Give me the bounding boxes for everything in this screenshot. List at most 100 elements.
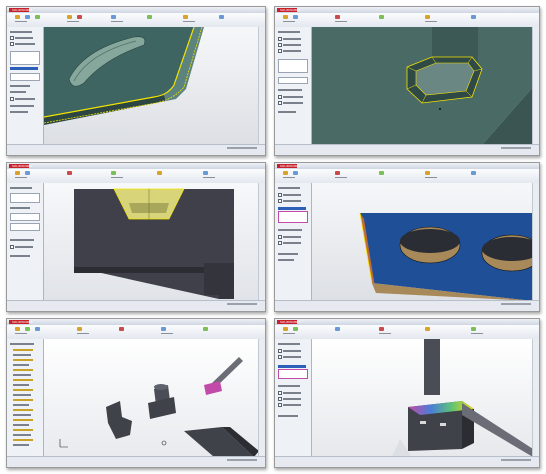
insert-component-icon[interactable] xyxy=(283,327,288,331)
interference-icon[interactable] xyxy=(471,327,476,331)
extrude-icon[interactable] xyxy=(283,15,288,19)
screenshot-frame-5: SOLIDWORKS xyxy=(6,318,266,468)
shell-icon[interactable] xyxy=(183,15,188,19)
shell-icon[interactable] xyxy=(425,15,430,19)
fillet-icon[interactable] xyxy=(335,171,340,175)
command-ribbon[interactable] xyxy=(275,169,539,184)
mate-selection-field[interactable] xyxy=(278,365,306,368)
command-ribbon[interactable] xyxy=(275,325,539,340)
pattern-icon[interactable] xyxy=(379,171,384,175)
property-manager[interactable] xyxy=(7,183,44,301)
screenshot-frame-1: SOLIDWORKS xyxy=(6,6,266,156)
task-pane[interactable] xyxy=(532,339,539,457)
property-manager[interactable] xyxy=(275,339,312,457)
section-plane-box[interactable] xyxy=(10,193,40,203)
mate-icon[interactable] xyxy=(293,327,298,331)
mate-selection-box[interactable] xyxy=(278,369,308,379)
mirror-icon[interactable] xyxy=(471,171,476,175)
fillet-icon[interactable] xyxy=(77,15,82,19)
task-pane[interactable] xyxy=(258,183,265,301)
radius-field[interactable] xyxy=(10,67,38,70)
command-ribbon[interactable] xyxy=(7,13,265,28)
mirror-icon[interactable] xyxy=(203,171,208,175)
option-checkbox[interactable] xyxy=(278,101,282,105)
graphics-area[interactable] xyxy=(312,27,533,145)
app-logo: SOLIDWORKS xyxy=(9,8,32,12)
graphics-area[interactable] xyxy=(312,339,533,457)
fillet-type-radio[interactable] xyxy=(278,49,282,53)
revolve-icon[interactable] xyxy=(293,171,298,175)
option-checkbox[interactable] xyxy=(278,95,282,99)
task-pane[interactable] xyxy=(532,27,539,145)
mirror-icon[interactable] xyxy=(471,15,476,19)
option-checkbox[interactable] xyxy=(278,199,282,203)
fillet-icon[interactable] xyxy=(67,171,72,175)
tangent-propagation-checkbox[interactable] xyxy=(10,97,14,101)
property-manager[interactable] xyxy=(275,183,312,301)
revolve-icon[interactable] xyxy=(293,15,298,19)
section-option-checkbox[interactable] xyxy=(10,245,14,249)
angle-input[interactable] xyxy=(10,223,40,231)
cut-icon[interactable] xyxy=(67,15,72,19)
explode-icon[interactable] xyxy=(379,327,384,331)
app-logo: SOLIDWORKS xyxy=(277,164,300,168)
fillet-type-radio[interactable] xyxy=(10,36,14,40)
bom-icon[interactable] xyxy=(161,327,166,331)
fillet-type-radio[interactable] xyxy=(10,42,14,46)
extrude-icon[interactable] xyxy=(283,171,288,175)
move-component-icon[interactable] xyxy=(335,327,340,331)
explode-icon[interactable] xyxy=(119,327,124,331)
extrude-icon[interactable] xyxy=(15,15,20,19)
status-bar xyxy=(275,300,539,311)
edges-selection-box[interactable] xyxy=(278,59,308,73)
interference-icon[interactable] xyxy=(203,327,208,331)
task-pane[interactable] xyxy=(532,183,539,301)
bom-icon[interactable] xyxy=(425,327,430,331)
insert-component-icon[interactable] xyxy=(15,327,20,331)
mate-type-radio[interactable] xyxy=(278,391,282,395)
edges-selection-box[interactable] xyxy=(10,51,40,65)
revolve-icon[interactable] xyxy=(25,171,30,175)
option-checkbox[interactable] xyxy=(278,349,282,353)
faces-selection-box[interactable] xyxy=(278,211,308,223)
shell-icon[interactable] xyxy=(425,171,430,175)
option-checkbox[interactable] xyxy=(278,355,282,359)
mate-type-radio[interactable] xyxy=(278,403,282,407)
graphics-area[interactable] xyxy=(44,27,259,145)
status-bar xyxy=(7,144,265,155)
command-ribbon[interactable] xyxy=(7,169,265,184)
feature-manager-tree[interactable] xyxy=(7,339,44,457)
fillet-icon[interactable] xyxy=(335,15,340,19)
option-checkbox[interactable] xyxy=(278,235,282,239)
property-manager[interactable] xyxy=(275,27,312,145)
command-ribbon[interactable] xyxy=(7,325,265,340)
mate-icon[interactable] xyxy=(25,327,30,331)
pattern-icon[interactable] xyxy=(77,327,82,331)
pattern-icon[interactable] xyxy=(111,171,116,175)
command-ribbon[interactable] xyxy=(275,13,539,28)
radius-input[interactable] xyxy=(10,73,40,81)
radius-input[interactable] xyxy=(278,77,308,84)
pattern-icon[interactable] xyxy=(111,15,116,19)
shell-icon[interactable] xyxy=(157,171,162,175)
extrude-icon[interactable] xyxy=(15,171,20,175)
offset-input[interactable] xyxy=(10,213,40,221)
pattern-icon[interactable] xyxy=(379,15,384,19)
option-checkbox[interactable] xyxy=(278,193,282,197)
task-pane[interactable] xyxy=(258,339,265,457)
move-component-icon[interactable] xyxy=(35,327,40,331)
selected-faces-field[interactable] xyxy=(278,207,306,210)
graphics-area[interactable] xyxy=(44,183,259,301)
fillet-type-radio[interactable] xyxy=(278,43,282,47)
option-checkbox[interactable] xyxy=(278,241,282,245)
task-pane[interactable] xyxy=(258,27,265,145)
graphics-area[interactable] xyxy=(312,183,533,301)
fillet-type-radio[interactable] xyxy=(278,37,282,41)
mirror-icon[interactable] xyxy=(219,15,224,19)
graphics-area[interactable] xyxy=(44,339,259,457)
sweep-icon[interactable] xyxy=(35,15,40,19)
mate-type-radio[interactable] xyxy=(278,397,282,401)
rib-icon[interactable] xyxy=(147,15,152,19)
property-manager[interactable] xyxy=(7,27,44,145)
revolve-icon[interactable] xyxy=(25,15,30,19)
